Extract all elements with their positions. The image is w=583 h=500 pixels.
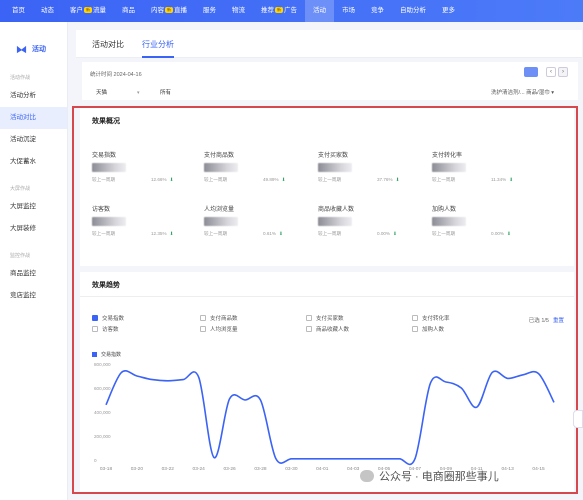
- new-badge: 新: [165, 7, 173, 14]
- sidebar-item[interactable]: 活动分析: [0, 85, 67, 107]
- nav-item-7[interactable]: 推荐新广告: [253, 0, 305, 22]
- nav-item-label: 推荐: [261, 7, 274, 14]
- sidebar-groups: 活动作战活动分析 活动对比 活动沉淀 大促蓄水大屏作战大屏监控 大屏装修监控作战商品监控…: [0, 62, 67, 307]
- floating-help-button[interactable]: [573, 410, 583, 428]
- sidebar-item[interactable]: 活动对比: [0, 107, 67, 129]
- new-badge: 新: [275, 7, 283, 14]
- nav-item-10[interactable]: 竞争: [363, 0, 392, 22]
- calendar-button[interactable]: [524, 67, 538, 77]
- nav-item-5[interactable]: 服务: [195, 0, 224, 22]
- nav-item-label: 内容: [151, 7, 164, 14]
- category-select[interactable]: 洗护清洁剂/... 商品/湿巾 ▾: [491, 88, 554, 96]
- watermark-text: 公众号 · 电商圈那些事儿: [379, 471, 499, 483]
- next-date-button[interactable]: ›: [558, 67, 568, 77]
- new-badge: 新: [84, 7, 92, 14]
- sidebar-brand: 活动: [0, 22, 67, 62]
- nav-item-3[interactable]: 商品: [114, 0, 143, 22]
- nav-item-0[interactable]: 首页: [4, 0, 33, 22]
- filter-bar: 统计时间 2024-04-16 ‹ › 天猫 ▾ 所有 洗护清洁剂/... 商品/…: [82, 62, 578, 100]
- sidebar-group-title: 活动作战: [10, 75, 31, 81]
- activity-logo-icon: [16, 45, 27, 53]
- scope-select[interactable]: 所有: [160, 88, 171, 96]
- sidebar-item[interactable]: 大屏监控: [0, 196, 67, 218]
- highlight-frame: [72, 106, 578, 494]
- sidebar-group-title: 大屏作战: [10, 186, 31, 192]
- nav-item-8[interactable]: 活动: [305, 0, 334, 22]
- chevron-down-icon: ▾: [549, 90, 554, 96]
- nav-item-11[interactable]: 自助分析: [392, 0, 434, 22]
- nav-item-label: 市场: [342, 7, 355, 14]
- wechat-icon: [360, 470, 374, 482]
- shop-select[interactable]: 天猫 ▾: [96, 88, 140, 96]
- nav-item-9[interactable]: 市场: [334, 0, 363, 22]
- nav-item-4[interactable]: 内容新直播: [143, 0, 195, 22]
- top-navigation: 首页 动态 客户新流量 商品 内容新直播 服务 物流 推荐新广告 活动 市场 竞争 自助分析 更多: [0, 0, 583, 22]
- nav-item-2[interactable]: 客户新流量: [62, 0, 114, 22]
- prev-date-button[interactable]: ‹: [546, 67, 556, 77]
- nav-item-label: 活动: [313, 7, 326, 14]
- nav-item-label: 客户: [70, 7, 83, 14]
- app-root: 首页 动态 客户新流量 商品 内容新直播 服务 物流 推荐新广告 活动 市场 竞争 自助分析 更多 活动…: [0, 0, 583, 500]
- nav-item-label: 服务: [203, 7, 216, 14]
- nav-item-label: 动态: [41, 7, 54, 14]
- sidebar-item[interactable]: 活动沉淀: [0, 129, 67, 151]
- nav-item-label: 物流: [232, 7, 245, 14]
- nav-item-label: 更多: [442, 7, 455, 14]
- sidebar-item[interactable]: 商品监控: [0, 263, 67, 285]
- nav-item-label: 自助分析: [400, 7, 426, 14]
- nav-item-6[interactable]: 物流: [224, 0, 253, 22]
- tab-bar: 活动对比 行业分析: [76, 30, 582, 58]
- nav-item-12[interactable]: 更多: [434, 0, 463, 22]
- sidebar-item[interactable]: 大促蓄水: [0, 151, 67, 173]
- nav-item-label: 流量: [93, 7, 106, 14]
- nav-item-label: 首页: [12, 7, 25, 14]
- sidebar-group-title: 监控作战: [10, 253, 31, 259]
- chevron-down-icon: ▾: [137, 90, 140, 96]
- nav-item-1[interactable]: 动态: [33, 0, 62, 22]
- watermark: 公众号 · 电商圈那些事儿: [360, 468, 499, 484]
- sidebar-item[interactable]: 竞店监控: [0, 285, 67, 307]
- sidebar: 活动 活动作战活动分析 活动对比 活动沉淀 大促蓄水大屏作战大屏监控 大屏装修监控作战商…: [0, 22, 68, 500]
- tab-industry-analysis[interactable]: 行业分析: [142, 30, 174, 58]
- nav-item-label: 商品: [122, 7, 135, 14]
- tab-activity-compare[interactable]: 活动对比: [92, 30, 124, 58]
- sidebar-brand-name: 活动: [32, 46, 46, 53]
- nav-item-label: 广告: [284, 7, 297, 14]
- stat-date: 统计时间 2024-04-16: [90, 72, 142, 78]
- sidebar-item[interactable]: 大屏装修: [0, 218, 67, 240]
- nav-item-label: 直播: [174, 7, 187, 14]
- nav-item-label: 竞争: [371, 7, 384, 14]
